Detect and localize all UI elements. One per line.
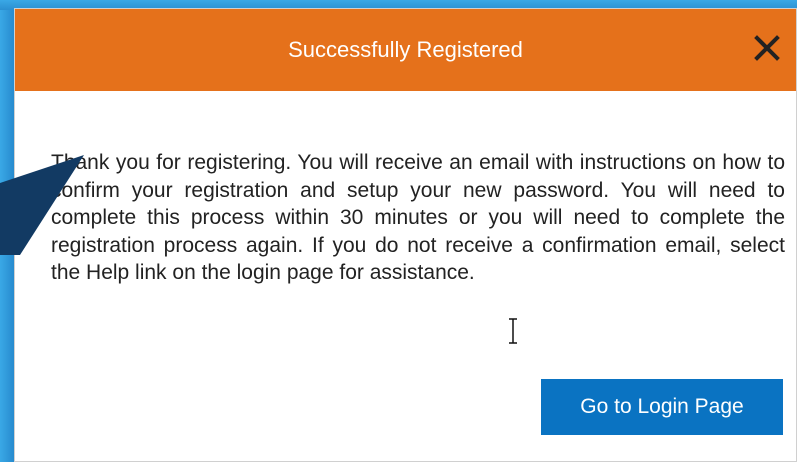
close-button[interactable]: [750, 31, 784, 65]
dialog-header: Successfully Registered: [15, 9, 796, 91]
close-icon: [754, 35, 780, 61]
go-to-login-button[interactable]: Go to Login Page: [541, 379, 783, 435]
registration-success-dialog: Successfully Registered Thank you for re…: [14, 8, 797, 462]
dialog-message: Thank you for registering. You will rece…: [51, 151, 785, 284]
dialog-title: Successfully Registered: [288, 37, 523, 62]
